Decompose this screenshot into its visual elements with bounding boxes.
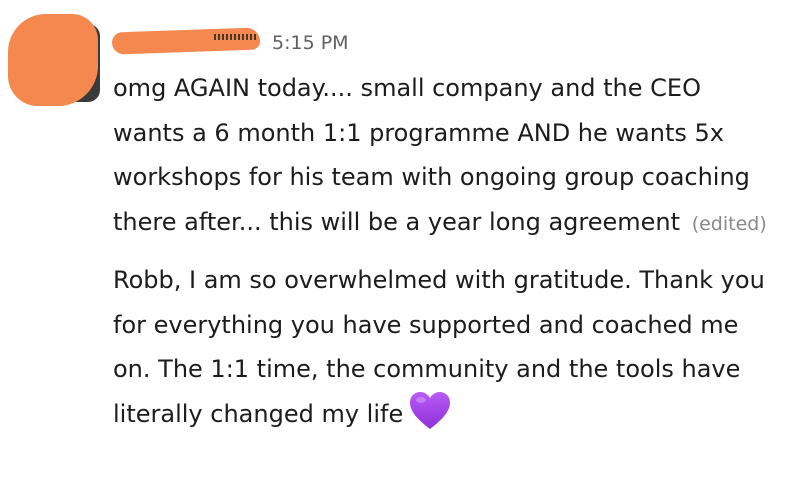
message-paragraph-1-text: omg AGAIN today.... small company and th… (113, 74, 750, 236)
purple-heart-icon (409, 391, 451, 431)
avatar-redaction (8, 14, 98, 106)
message-timestamp[interactable]: 5:15 PM (272, 31, 349, 55)
chat-message: 5:15 PM omg AGAIN today.... small compan… (0, 0, 792, 492)
message-paragraph-1: omg AGAIN today.... small company and th… (113, 66, 773, 246)
message-body: omg AGAIN today.... small company and th… (113, 66, 773, 436)
author-name-redaction (111, 27, 261, 55)
author-name-remnant (214, 34, 258, 40)
message-paragraph-2: Robb, I am so overwhelmed with gratitude… (113, 258, 773, 436)
edited-label: (edited) (691, 212, 767, 235)
